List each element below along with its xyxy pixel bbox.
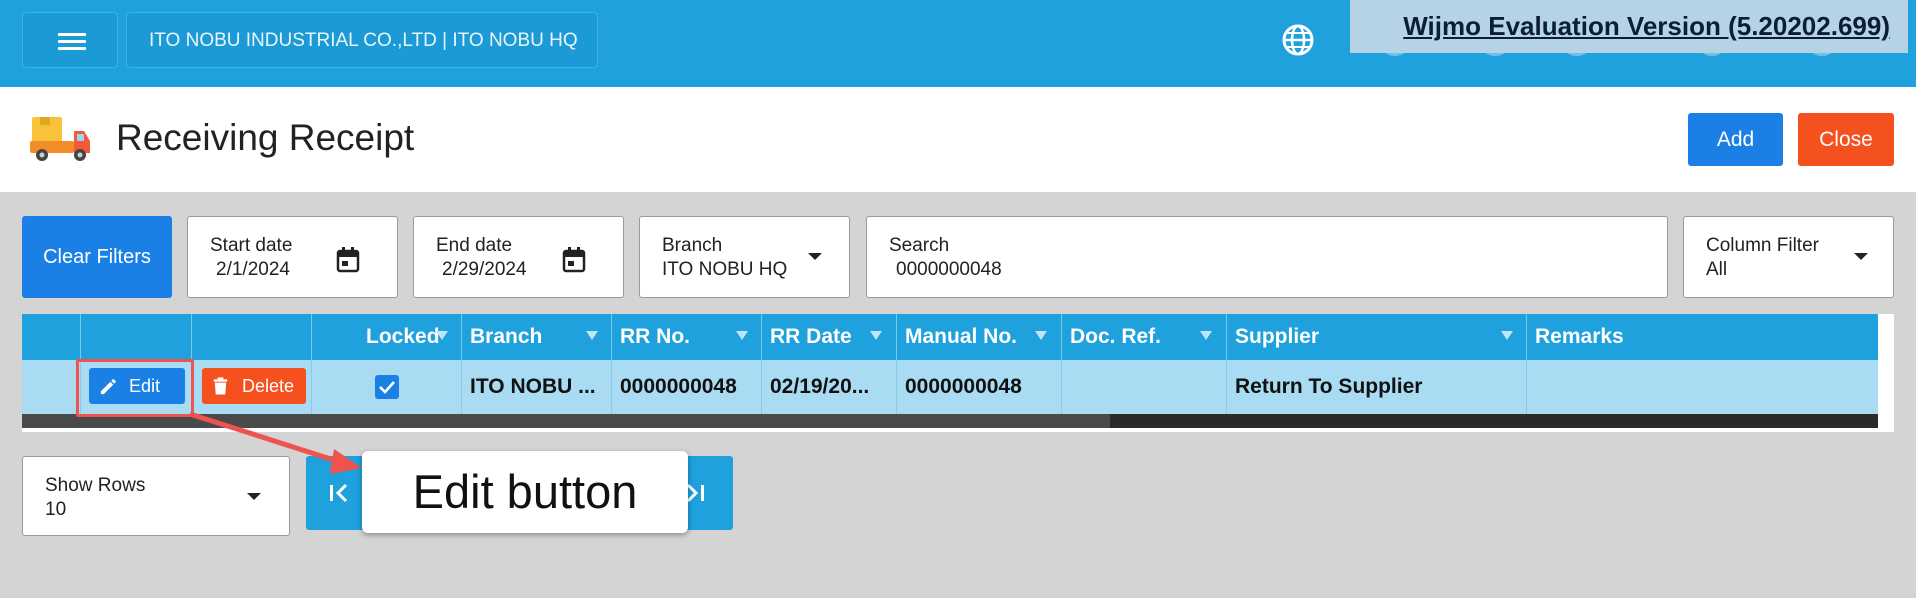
chevron-down-icon[interactable] xyxy=(247,493,261,500)
cell-doc-ref xyxy=(1062,360,1227,414)
grid-header: Locked Branch RR No. RR Date Manual No. … xyxy=(22,314,1878,360)
calendar-icon[interactable] xyxy=(336,247,360,273)
globe-icon[interactable] xyxy=(1280,22,1316,58)
chevron-down-icon[interactable] xyxy=(808,253,822,260)
column-header-manual-no[interactable]: Manual No. xyxy=(897,314,1062,360)
search-label: Search xyxy=(889,235,950,256)
cell-remarks xyxy=(1527,360,1878,414)
show-rows-select[interactable]: Show Rows 10 xyxy=(22,456,290,536)
clear-filters-button[interactable]: Clear Filters xyxy=(22,216,172,298)
trash-icon xyxy=(213,377,228,395)
annotation-callout: Edit button xyxy=(362,451,688,533)
search-input[interactable]: 0000000048 xyxy=(896,259,1002,281)
check-icon xyxy=(379,381,395,394)
filter-icon[interactable] xyxy=(586,331,598,340)
column-header-rr-date[interactable]: RR Date xyxy=(762,314,897,360)
column-header-branch[interactable]: Branch xyxy=(462,314,612,360)
top-bar: ITO NOBU INDUSTRIAL CO.,LTD | ITO NOBU H… xyxy=(0,0,1916,87)
add-button[interactable]: Add xyxy=(1688,113,1783,166)
delivery-truck-icon xyxy=(30,117,90,161)
show-rows-label: Show Rows xyxy=(45,475,146,496)
chevron-down-icon[interactable] xyxy=(1854,253,1868,260)
show-rows-value[interactable]: 10 xyxy=(45,499,66,521)
column-filter-select[interactable]: Column Filter All xyxy=(1683,216,1894,298)
edit-button-highlight xyxy=(76,359,194,417)
column-header-supplier[interactable]: Supplier xyxy=(1227,314,1527,360)
delete-button[interactable]: Delete xyxy=(202,368,306,404)
cell-rr-date: 02/19/20... xyxy=(762,360,897,414)
cell-supplier: Return To Supplier xyxy=(1227,360,1527,414)
branch-label: Branch xyxy=(662,235,723,256)
filter-icon[interactable] xyxy=(736,331,748,340)
search-field[interactable]: Search 0000000048 xyxy=(866,216,1668,298)
calendar-icon[interactable] xyxy=(562,247,586,273)
page-title: Receiving Receipt xyxy=(116,117,415,158)
hamburger-menu-button[interactable] xyxy=(22,12,118,68)
column-header-remarks[interactable]: Remarks xyxy=(1527,314,1878,360)
locked-checkbox[interactable] xyxy=(375,375,399,399)
column-header-doc-ref[interactable]: Doc. Ref. xyxy=(1062,314,1227,360)
filter-icon[interactable] xyxy=(1200,331,1212,340)
company-branch-label[interactable]: ITO NOBU INDUSTRIAL CO.,LTD | ITO NOBU H… xyxy=(126,12,598,68)
close-button[interactable]: Close xyxy=(1798,113,1894,166)
branch-select[interactable]: Branch ITO NOBU HQ xyxy=(639,216,850,298)
filter-icon[interactable] xyxy=(870,331,882,340)
hamburger-icon xyxy=(58,33,86,36)
filter-icon[interactable] xyxy=(1501,331,1513,340)
start-date-value[interactable]: 2/1/2024 xyxy=(216,259,290,281)
start-date-label: Start date xyxy=(210,235,293,256)
cell-rr-no: 0000000048 xyxy=(612,360,762,414)
column-filter-value[interactable]: All xyxy=(1706,259,1727,281)
page-header: Receiving Receipt Add Close xyxy=(0,87,1916,192)
branch-value[interactable]: ITO NOBU HQ xyxy=(662,259,787,281)
start-date-field[interactable]: Start date 2/1/2024 xyxy=(187,216,398,298)
delete-button-label: Delete xyxy=(242,376,295,396)
cell-manual-no: 0000000048 xyxy=(897,360,1062,414)
cell-branch: ITO NOBU ... xyxy=(462,360,612,414)
end-date-label: End date xyxy=(436,235,513,256)
end-date-field[interactable]: End date 2/29/2024 xyxy=(413,216,624,298)
first-page-icon[interactable] xyxy=(328,482,350,504)
column-filter-label: Column Filter xyxy=(1706,235,1819,256)
receipts-grid: Locked Branch RR No. RR Date Manual No. … xyxy=(22,314,1894,432)
end-date-value[interactable]: 2/29/2024 xyxy=(442,259,527,281)
column-header-locked[interactable]: Locked xyxy=(312,314,462,360)
filter-icon[interactable] xyxy=(1035,331,1047,340)
column-header-rr-no[interactable]: RR No. xyxy=(612,314,762,360)
wijmo-evaluation-watermark[interactable]: Wijmo Evaluation Version (5.20202.699) xyxy=(1350,0,1908,53)
horizontal-scrollbar[interactable] xyxy=(22,414,1878,428)
filter-icon[interactable] xyxy=(436,331,448,340)
